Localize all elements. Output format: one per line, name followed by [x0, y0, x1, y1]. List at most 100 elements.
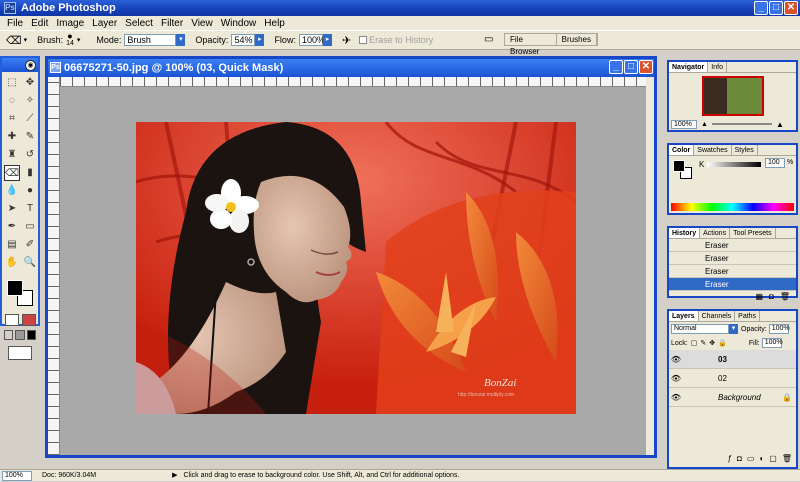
fill-field[interactable]: 100% — [761, 338, 783, 348]
maximize-button[interactable]: □ — [769, 1, 783, 15]
erase-to-history-checkbox[interactable] — [359, 36, 368, 44]
status-zoom-field[interactable]: 100% — [2, 470, 32, 481]
brush-picker[interactable]: ● 14 — [66, 32, 74, 48]
close-button[interactable]: ✕ — [784, 1, 798, 15]
healing-brush-tool-icon[interactable]: ✚ — [4, 129, 20, 145]
lock-position-icon[interactable]: ✥ — [709, 339, 715, 347]
tab-styles[interactable]: Styles — [732, 145, 758, 155]
shape-tool-icon[interactable]: ▭ — [22, 219, 38, 235]
zoom-out-icon[interactable]: ▲ — [701, 121, 708, 128]
tab-channels[interactable]: Channels — [699, 311, 736, 321]
screen-mode-full-menu-icon[interactable] — [15, 330, 25, 340]
visibility-eye-icon[interactable]: 👁 — [669, 393, 683, 402]
tab-history[interactable]: History — [669, 228, 701, 238]
pen-tool-icon[interactable]: ✒ — [4, 219, 20, 235]
vertical-scrollbar[interactable] — [646, 77, 654, 455]
eyedropper-tool-icon[interactable]: ✐ — [22, 237, 38, 253]
hand-tool-icon[interactable]: ✋ — [4, 255, 20, 271]
zoom-slider[interactable] — [711, 123, 772, 125]
visibility-eye-icon[interactable]: 👁 — [669, 355, 683, 364]
path-selection-tool-icon[interactable]: ➤ — [4, 201, 20, 217]
eraser-tool-active-icon[interactable]: ⌫ — [4, 165, 20, 181]
k-slider[interactable] — [707, 162, 761, 167]
palette-well-icon[interactable]: ▭ — [484, 34, 493, 45]
tab-navigator[interactable]: Navigator — [669, 62, 709, 72]
doc-maximize-button[interactable]: □ — [624, 60, 638, 74]
tab-file-browser[interactable]: File Browser — [505, 34, 557, 56]
layer-set-icon[interactable]: ▭ — [747, 454, 755, 467]
tab-brushes[interactable]: Brushes — [557, 34, 597, 45]
k-value-field[interactable]: 100 — [765, 158, 785, 168]
history-brush-tool-icon[interactable]: ↺ — [22, 147, 38, 163]
history-item-selected[interactable]: Eraser — [669, 278, 796, 291]
lock-all-icon[interactable]: 🔒 — [718, 339, 727, 347]
slice-tool-icon[interactable]: ⟋ — [22, 111, 38, 127]
tab-swatches[interactable]: Swatches — [694, 145, 732, 155]
layer-style-icon[interactable]: ƒ — [728, 454, 732, 467]
brush-dropdown-icon[interactable]: ▾ — [77, 36, 81, 44]
blend-dropdown-icon[interactable]: ▾ — [729, 324, 738, 334]
menu-layer[interactable]: Layer — [88, 18, 121, 29]
minimize-button[interactable]: _ — [754, 1, 768, 15]
tab-layers[interactable]: Layers — [669, 311, 699, 321]
mode-select[interactable]: Brush — [124, 34, 177, 46]
blend-mode-select[interactable]: Normal — [671, 324, 729, 334]
layer-row[interactable]: 👁 Background 🔒 — [669, 388, 796, 407]
layer-mask-icon[interactable]: ◘ — [737, 454, 742, 467]
navigator-thumbnail[interactable] — [702, 76, 764, 116]
opacity-field[interactable]: 54% — [231, 34, 256, 46]
crop-tool-icon[interactable]: ⌗ — [4, 111, 20, 127]
screen-mode-full-icon[interactable] — [26, 330, 36, 340]
menu-image[interactable]: Image — [52, 18, 88, 29]
color-fg-swatch[interactable] — [673, 160, 685, 172]
menu-edit[interactable]: Edit — [27, 18, 52, 29]
jump-to-imageready-icon[interactable] — [8, 346, 32, 360]
new-layer-icon[interactable]: ▢ — [769, 454, 777, 467]
brush-tool-icon[interactable]: ✎ — [22, 129, 38, 145]
tab-paths[interactable]: Paths — [735, 311, 761, 321]
menu-select[interactable]: Select — [121, 18, 157, 29]
gradient-tool-icon[interactable]: ▮ — [22, 165, 38, 181]
visibility-eye-icon[interactable]: 👁 — [669, 374, 683, 383]
delete-layer-icon[interactable]: 🗑 — [782, 454, 792, 467]
menu-window[interactable]: Window — [217, 18, 261, 29]
canvas-photo[interactable]: BonZai http://bonzai.multiply.com — [136, 122, 576, 414]
navigator-zoom-field[interactable]: 100% — [671, 119, 697, 129]
quick-mask-mode-icon[interactable] — [22, 314, 36, 326]
menu-filter[interactable]: Filter — [157, 18, 187, 29]
doc-close-button[interactable]: ✕ — [639, 60, 653, 74]
doc-minimize-button[interactable]: _ — [609, 60, 623, 74]
foreground-color-swatch[interactable] — [7, 280, 23, 296]
airbrush-icon[interactable]: ✈ — [342, 34, 351, 47]
history-item[interactable]: Eraser — [669, 252, 796, 265]
standard-mode-icon[interactable] — [5, 314, 19, 326]
type-tool-icon[interactable]: T — [22, 201, 38, 217]
tab-color[interactable]: Color — [669, 145, 695, 155]
layer-opacity-field[interactable]: 100% — [768, 324, 790, 334]
color-ramp[interactable] — [671, 203, 794, 211]
new-document-from-state-icon[interactable]: ▦ — [755, 292, 763, 301]
mode-dropdown-icon[interactable]: ▾ — [176, 34, 186, 46]
status-menu-arrow-icon[interactable]: ▶ — [172, 470, 177, 482]
flow-slider-icon[interactable]: ▸ — [322, 34, 332, 46]
snapshot-icon[interactable]: ◘ — [769, 292, 774, 301]
lock-image-icon[interactable]: ✎ — [700, 339, 706, 347]
history-item[interactable]: Eraser — [669, 239, 796, 252]
opacity-slider-icon[interactable]: ▸ — [255, 34, 265, 46]
adjustment-layer-icon[interactable]: ◐ — [759, 454, 764, 467]
menu-view[interactable]: View — [187, 18, 217, 29]
tab-info[interactable]: Info — [708, 62, 727, 72]
tool-preset-arrow-icon[interactable]: ▾ — [24, 36, 28, 44]
notes-tool-icon[interactable]: ▤ — [4, 237, 20, 253]
screen-mode-standard-icon[interactable] — [4, 330, 14, 340]
lasso-tool-icon[interactable]: ◌ — [4, 93, 20, 109]
tab-tool-presets[interactable]: Tool Presets — [730, 228, 776, 238]
clone-stamp-tool-icon[interactable]: ♜ — [4, 147, 20, 163]
magic-wand-tool-icon[interactable]: ✧ — [22, 93, 38, 109]
tab-actions[interactable]: Actions — [700, 228, 731, 238]
eraser-tool-icon[interactable]: ⌫ — [6, 34, 22, 47]
marquee-tool-icon[interactable]: ⬚ — [4, 75, 20, 91]
move-tool-icon[interactable]: ✥ — [22, 75, 38, 91]
adobe-online-icon[interactable]: ◉ — [25, 59, 36, 71]
menu-file[interactable]: File — [3, 18, 27, 29]
